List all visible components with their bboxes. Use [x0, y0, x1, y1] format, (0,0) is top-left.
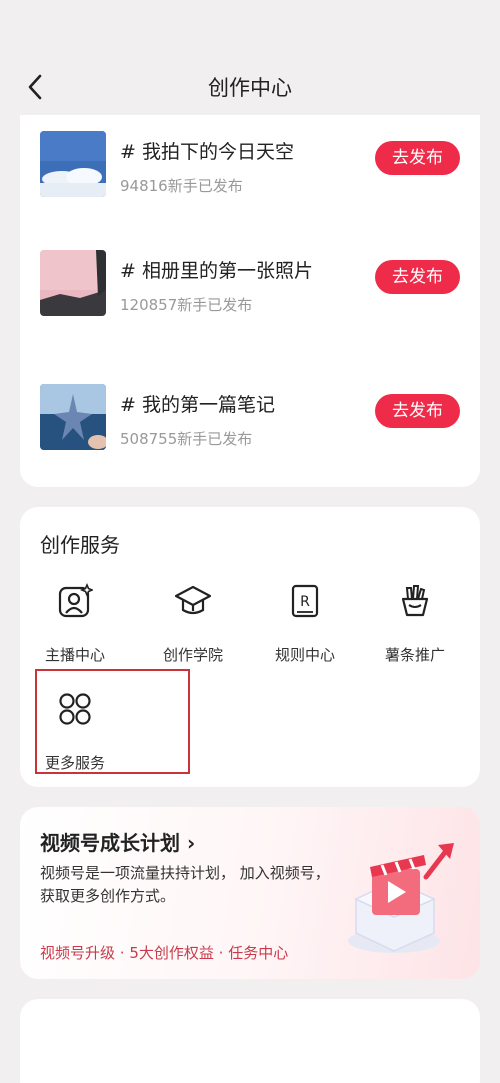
photo-thumbnail	[40, 250, 106, 316]
graduation-cap-icon	[174, 585, 212, 615]
link-separator: ·	[213, 944, 229, 962]
section-title: 创作服务	[40, 533, 120, 557]
task-item: # 相册里的第一张照片 120857新手已发布 去发布	[40, 250, 460, 320]
service-label: 主播中心	[44, 646, 105, 664]
more-services-highlight-box	[35, 669, 190, 774]
publish-button[interactable]: 去发布	[375, 260, 460, 294]
fries-icon	[401, 585, 429, 617]
plan-link-task-center[interactable]: 任务中心	[228, 944, 288, 962]
plan-title[interactable]: 视频号成长计划 ›	[40, 827, 195, 856]
task-item: # 我拍下的今日天空 94816新手已发布 去发布	[40, 131, 460, 201]
publish-button[interactable]: 去发布	[375, 141, 460, 175]
top-bar: 创作中心	[0, 0, 500, 118]
note-thumbnail	[40, 384, 106, 450]
plan-links: 视频号升级 · 5大创作权益 · 任务中心	[40, 942, 288, 963]
service-label: 创作学院	[162, 646, 223, 664]
task-title: # 相册里的第一张照片	[120, 260, 313, 282]
publish-button[interactable]: 去发布	[375, 394, 460, 428]
service-anchor-center[interactable]: 主播中心	[20, 583, 130, 673]
svg-text:R: R	[300, 594, 310, 610]
service-fries-promotion[interactable]: 薯条推广	[360, 583, 470, 673]
task-title: # 我的第一篇笔记	[120, 394, 275, 416]
plan-link-upgrade[interactable]: 视频号升级	[40, 944, 115, 962]
task-publish-count: 94816新手已发布	[120, 177, 243, 195]
plan-description: 视频号是一项流量扶持计划， 加入视频号，获取更多创作方式。	[40, 864, 330, 905]
task-card: # 我拍下的今日天空 94816新手已发布 去发布 # 相册里的第一张照片 12…	[20, 115, 480, 487]
service-label: 规则中心	[274, 646, 335, 664]
task-item: # 我的第一篇笔记 508755新手已发布 去发布	[40, 384, 460, 454]
rules-book-icon: R	[291, 584, 319, 618]
anchor-center-icon	[58, 583, 93, 618]
sky-thumbnail	[40, 131, 106, 197]
task-title: # 我拍下的今日天空	[120, 141, 294, 163]
link-separator: ·	[115, 944, 130, 962]
task-publish-count: 508755新手已发布	[120, 430, 253, 448]
service-rules-center[interactable]: R 规则中心	[250, 583, 360, 673]
service-academy[interactable]: 创作学院	[138, 583, 248, 673]
page-title: 创作中心	[208, 76, 292, 100]
video-clapper-illustration	[348, 843, 454, 953]
plan-link-benefits[interactable]: 5大创作权益	[129, 944, 214, 962]
task-publish-count: 120857新手已发布	[120, 296, 253, 314]
service-label: 薯条推广	[384, 646, 445, 664]
next-card	[20, 999, 480, 1083]
video-growth-plan-card[interactable]: 视频号成长计划 › 视频号是一项流量扶持计划， 加入视频号，获取更多创作方式。 …	[20, 807, 480, 979]
